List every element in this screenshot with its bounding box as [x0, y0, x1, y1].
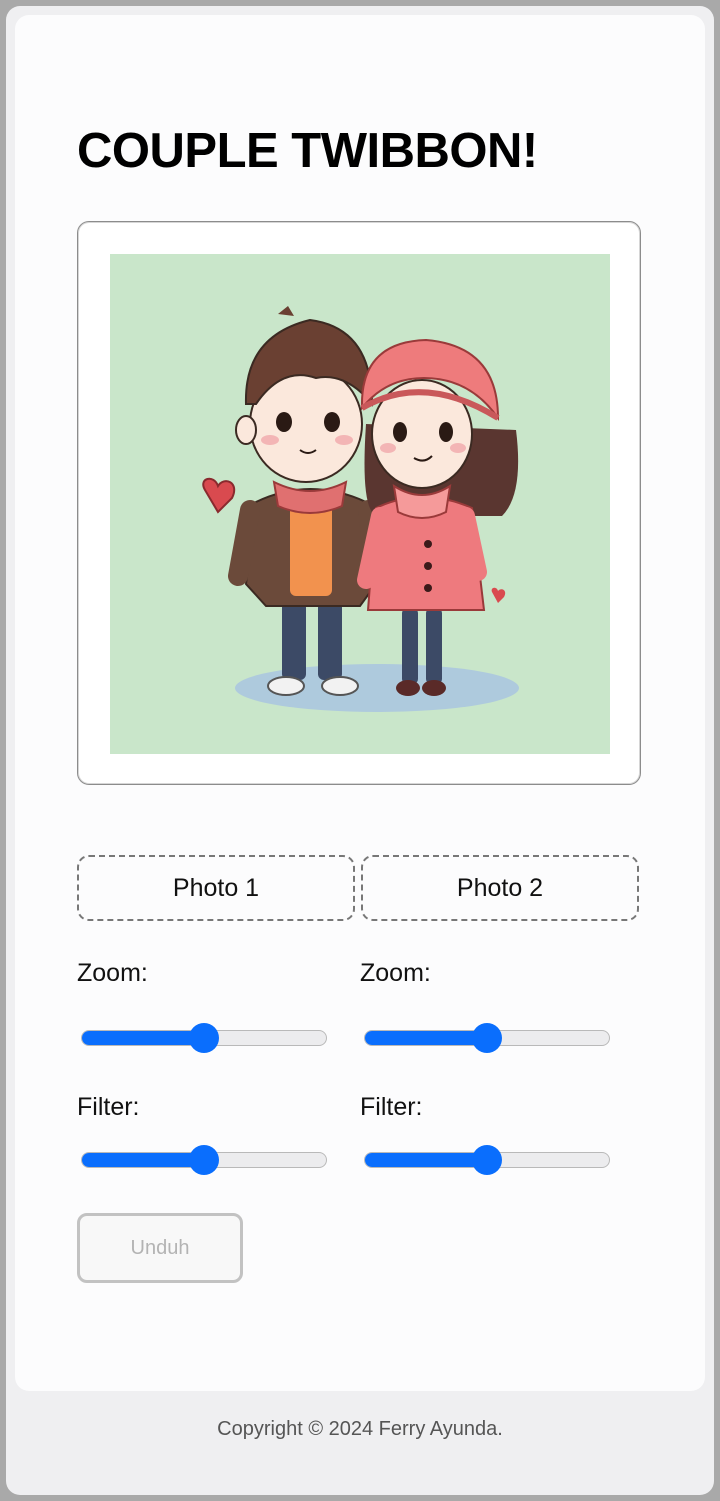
photo-2-button[interactable]: Photo 2 [361, 855, 639, 921]
zoom-label-left: Zoom: [77, 959, 148, 987]
twibbon-canvas [110, 254, 610, 754]
slider-thumb[interactable] [189, 1145, 219, 1175]
zoom-slider-left[interactable] [81, 1023, 327, 1053]
photo-1-label: Photo 1 [172, 873, 260, 902]
main-card: COUPLE TWIBBON! Photo 1 Photo 2 Zoom: Fi… [15, 15, 705, 1391]
filter-slider-right[interactable] [364, 1145, 610, 1175]
app-frame: COUPLE TWIBBON! Photo 1 Photo 2 Zoom: Fi… [6, 6, 714, 1495]
twibbon-preview [77, 221, 641, 785]
slider-thumb[interactable] [189, 1023, 219, 1053]
page-title: COUPLE TWIBBON! [77, 124, 538, 178]
zoom-slider-right[interactable] [364, 1023, 610, 1053]
filter-label-left: Filter: [77, 1093, 140, 1121]
girl-figure [357, 338, 519, 696]
slider-thumb[interactable] [472, 1023, 502, 1053]
slider-fill [82, 1153, 204, 1167]
photo-1-button[interactable]: Photo 1 [77, 855, 355, 921]
boy-figure [228, 306, 386, 696]
filter-label-right: Filter: [360, 1093, 423, 1121]
couple-illustration [202, 306, 519, 712]
download-button[interactable]: Unduh [77, 1213, 243, 1283]
footer-copyright: Copyright © 2024 Ferry Ayunda. [217, 1418, 503, 1440]
slider-fill [365, 1031, 487, 1045]
download-label: Unduh [130, 1236, 190, 1259]
heart-icon [202, 477, 236, 514]
slider-fill [82, 1031, 204, 1045]
slider-thumb[interactable] [472, 1145, 502, 1175]
filter-slider-left[interactable] [81, 1145, 327, 1175]
slider-fill [365, 1153, 487, 1167]
zoom-label-right: Zoom: [360, 959, 431, 987]
photo-2-label: Photo 2 [456, 873, 544, 902]
